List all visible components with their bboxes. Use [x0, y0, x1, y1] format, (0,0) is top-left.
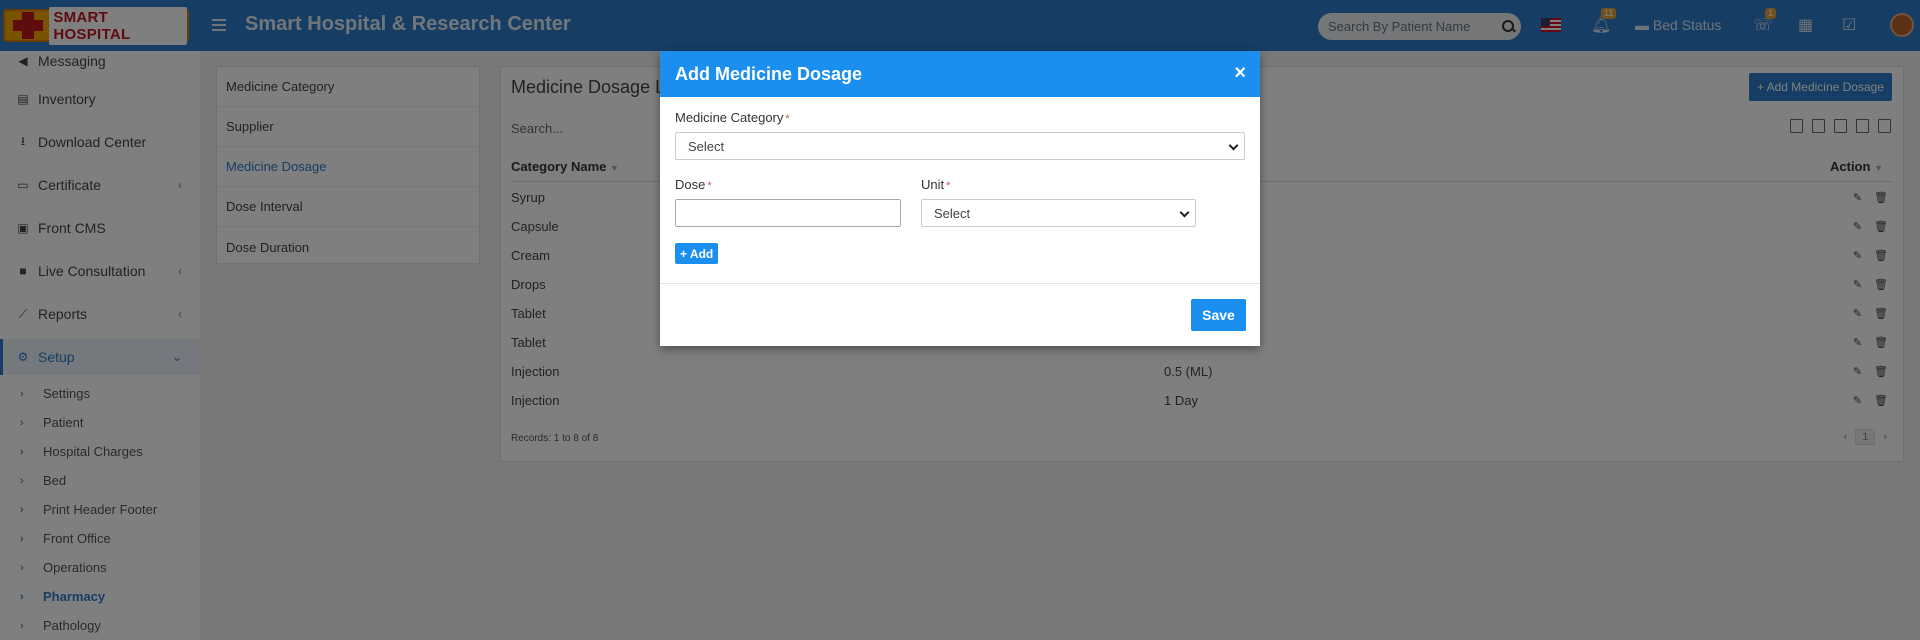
modal-title: Add Medicine Dosage — [675, 63, 863, 84]
add-row-button[interactable]: + Add — [675, 243, 719, 264]
label-text: Unit — [921, 177, 945, 192]
required-mark: * — [707, 180, 712, 192]
close-icon[interactable]: × — [1234, 63, 1246, 83]
modal-footer-divider — [660, 283, 1260, 284]
unit-label: Unit * — [921, 177, 950, 192]
chevron-down-icon — [1228, 140, 1239, 151]
dose-label: Dose * — [675, 177, 712, 192]
label-text: Medicine Category — [675, 110, 784, 125]
dose-input[interactable] — [675, 199, 901, 227]
select-value: Select — [934, 205, 971, 221]
required-mark: * — [785, 113, 790, 125]
save-button[interactable]: Save — [1191, 299, 1246, 331]
modal-header: Add Medicine Dosage × — [660, 51, 1260, 97]
add-medicine-dosage-modal: Add Medicine Dosage × Medicine Category *… — [660, 51, 1260, 346]
select-value: Select — [688, 138, 725, 154]
medicine-category-select[interactable]: Select — [675, 132, 1245, 160]
medicine-category-label: Medicine Category * — [675, 110, 790, 125]
chevron-down-icon — [1179, 207, 1190, 218]
unit-select[interactable]: Select — [921, 199, 1196, 227]
label-text: Dose — [675, 177, 706, 192]
required-mark: * — [946, 180, 951, 192]
